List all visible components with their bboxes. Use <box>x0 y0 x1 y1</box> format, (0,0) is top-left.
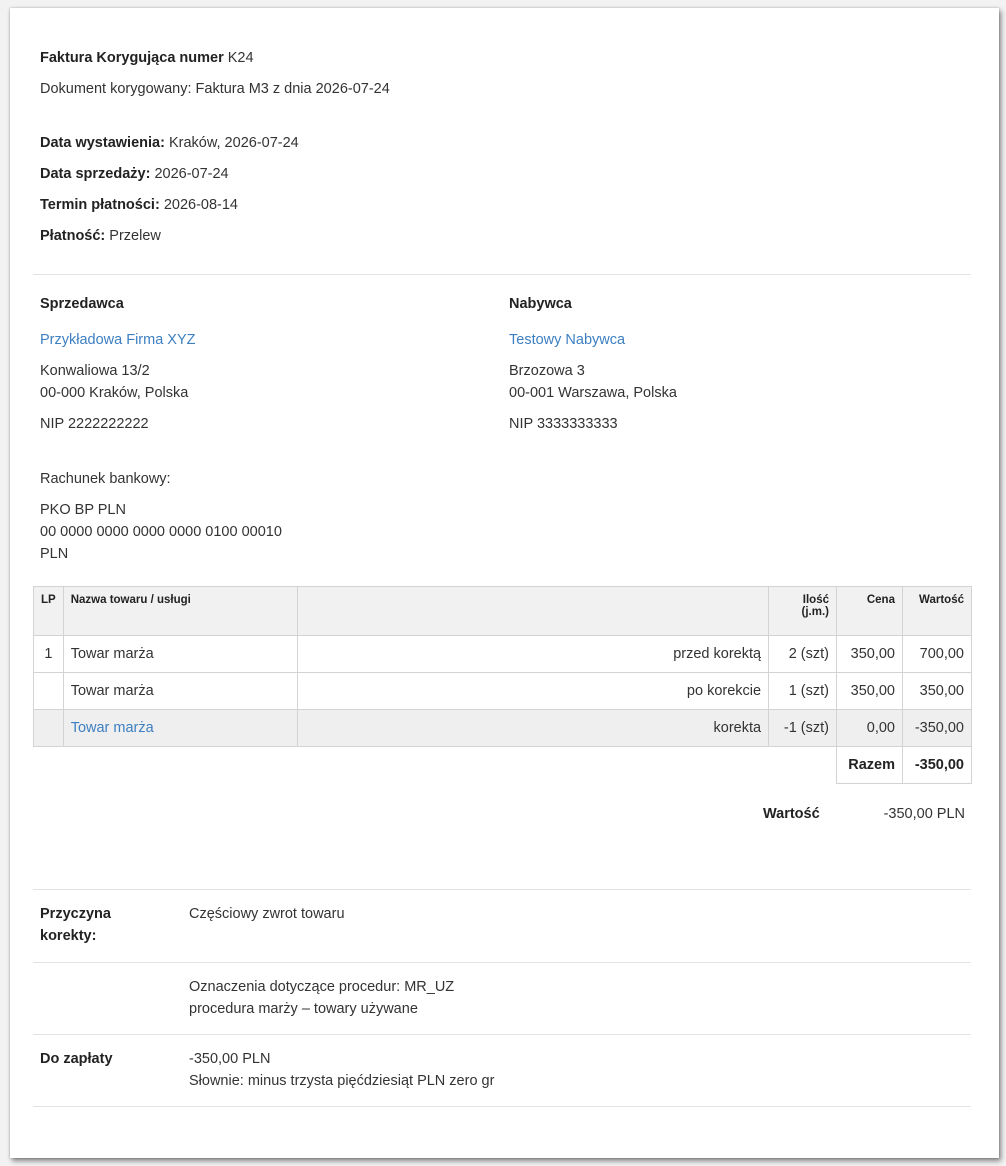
divider <box>33 889 971 890</box>
divider <box>33 1106 971 1107</box>
cell-lp <box>33 672 64 710</box>
divider <box>33 962 971 963</box>
procedure-code: Oznaczenia dotyczące procedur: MR_UZ <box>189 979 455 995</box>
cell-name-link[interactable]: Towar marża <box>62 709 299 747</box>
invoice-number: K24 <box>227 50 254 66</box>
total-label: Wartość <box>763 806 820 822</box>
payment-method-label: Płatność: <box>40 228 106 244</box>
divider <box>33 274 971 275</box>
buyer-heading: Nabywca <box>509 296 572 312</box>
seller-nip: NIP 2222222222 <box>40 416 149 432</box>
header-lp: LP <box>33 586 64 636</box>
procedure-description: procedura marży – towary używane <box>189 1001 418 1017</box>
cell-note: korekta <box>297 709 770 747</box>
cell-name: Towar marża <box>62 672 299 710</box>
header-qty: Ilość (j.m.) <box>768 586 837 636</box>
items-table: LP Nazwa towaru / usługi Ilość (j.m.) Ce… <box>33 586 973 784</box>
buyer-name-link[interactable]: Testowy Nabywca <box>509 332 625 348</box>
to-pay-in-words: Słownie: minus trzysta pięćdziesiąt PLN … <box>189 1073 495 1089</box>
header-value: Wartość <box>901 586 973 636</box>
payment-method-value: Przelew <box>109 228 161 244</box>
bank-account-label: Rachunek bankowy: <box>40 471 171 487</box>
table-row: Towar marża po korekcie 1 (szt) 350,00 3… <box>33 672 973 710</box>
invoice-title: Faktura Korygująca numer K24 <box>40 50 254 66</box>
header-qty-line2: (j.m.) <box>801 606 829 618</box>
bank-currency: PLN <box>40 546 69 562</box>
header-note <box>297 586 770 636</box>
table-row-correction: Towar marża korekta -1 (szt) 0,00 -350,0… <box>33 709 973 747</box>
cell-value: -350,00 <box>901 709 973 747</box>
cell-qty: 2 (szt) <box>768 635 837 673</box>
cell-value: 350,00 <box>901 672 973 710</box>
table-row: 1 Towar marża przed korektą 2 (szt) 350,… <box>33 635 973 673</box>
divider <box>33 1034 971 1035</box>
buyer-city: 00-001 Warszawa, Polska <box>509 385 677 401</box>
buyer-street: Brzozowa 3 <box>509 363 585 379</box>
total-value: -350,00 PLN <box>883 806 965 822</box>
cell-qty: 1 (szt) <box>768 672 837 710</box>
header-name: Nazwa towaru / usługi <box>62 586 299 636</box>
sale-date: Data sprzedaży: 2026-07-24 <box>40 166 229 182</box>
header-price: Cena <box>836 586 903 636</box>
invoice-sheet: Faktura Korygująca numer K24 Dokument ko… <box>10 8 999 1158</box>
issue-date: Data wystawienia: Kraków, 2026-07-24 <box>40 135 299 151</box>
sum-label: Razem <box>836 746 903 784</box>
payment-method: Płatność: Przelew <box>40 228 161 244</box>
table-sum-row: Razem -350,00 <box>33 746 973 784</box>
due-date: Termin płatności: 2026-08-14 <box>40 197 238 213</box>
to-pay-value: -350,00 PLN <box>189 1051 271 1067</box>
sum-value: -350,00 <box>901 746 973 784</box>
sale-date-label: Data sprzedaży: <box>40 166 151 182</box>
cell-qty: -1 (szt) <box>768 709 837 747</box>
cell-note: przed korektą <box>297 635 770 673</box>
cell-note: po korekcie <box>297 672 770 710</box>
bank-name: PKO BP PLN <box>40 502 126 518</box>
cell-lp: 1 <box>33 635 64 673</box>
seller-street: Konwaliowa 13/2 <box>40 363 150 379</box>
cell-price: 350,00 <box>836 672 903 710</box>
invoice-title-label: Faktura Korygująca numer <box>40 50 224 66</box>
cell-lp <box>33 709 64 747</box>
sale-date-value: 2026-07-24 <box>154 166 229 182</box>
table-header-row: LP Nazwa towaru / usługi Ilość (j.m.) Ce… <box>33 586 973 636</box>
reason-label-line1: Przyczyna <box>40 906 111 922</box>
header-qty-line1: Ilość <box>802 594 829 606</box>
reason-value: Częściowy zwrot towaru <box>189 906 345 922</box>
sum-spacer <box>33 746 837 784</box>
issue-date-label: Data wystawienia: <box>40 135 165 151</box>
cell-price: 0,00 <box>836 709 903 747</box>
corrected-document: Dokument korygowany: Faktura M3 z dnia 2… <box>40 81 390 97</box>
cell-name: Towar marża <box>62 635 299 673</box>
seller-name-link[interactable]: Przykładowa Firma XYZ <box>40 332 196 348</box>
due-date-label: Termin płatności: <box>40 197 160 213</box>
cell-price: 350,00 <box>836 635 903 673</box>
bank-account-number: 00 0000 0000 0000 0000 0100 00010 <box>40 524 282 540</box>
seller-heading: Sprzedawca <box>40 296 124 312</box>
buyer-nip: NIP 3333333333 <box>509 416 618 432</box>
to-pay-label: Do zapłaty <box>40 1051 113 1067</box>
cell-value: 700,00 <box>901 635 973 673</box>
seller-city: 00-000 Kraków, Polska <box>40 385 189 401</box>
reason-label-line2: korekty: <box>40 928 97 944</box>
due-date-value: 2026-08-14 <box>163 197 238 213</box>
issue-date-value: Kraków, 2026-07-24 <box>168 135 299 151</box>
